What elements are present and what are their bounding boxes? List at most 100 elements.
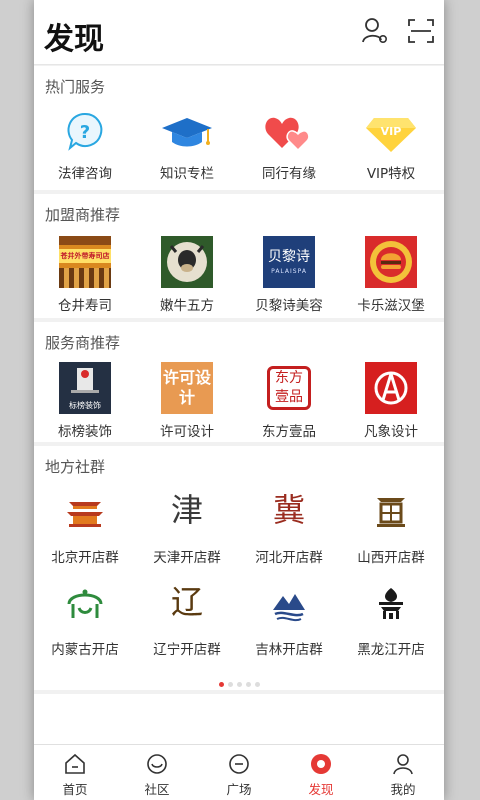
section-title: 服务商推荐: [45, 334, 121, 352]
page-dot: [254, 682, 260, 687]
xuke-logo: 许可设计: [161, 362, 213, 414]
tab-label: 广场: [226, 782, 252, 797]
provider-label: 东方壹品: [262, 424, 316, 440]
community-label: 黑龙江开店: [357, 642, 425, 658]
service-peer-match[interactable]: 同行有缘: [238, 110, 340, 182]
sushi-logo-text: 苍井外带寿司店: [59, 249, 111, 263]
local-community-section: 地方社群 北京开店群 津 天津开店群 冀 河北开店群 山西开店群 内蒙古开店 辽…: [34, 446, 444, 690]
biaobang-logo: 标榜装饰: [59, 362, 111, 414]
tab-home[interactable]: 首页: [34, 745, 116, 800]
page-dot: [236, 682, 242, 687]
palaispa-logo-text: 贝黎诗: [268, 249, 310, 265]
service-legal-consult[interactable]: ? 法律咨询: [34, 110, 136, 182]
franchise-section: 加盟商推荐 苍井外带寿司店 仓井寿司 嫩牛五方 贝黎诗 PALAISPA 贝黎诗…: [34, 194, 444, 318]
user-icon: [393, 754, 413, 775]
service-label: 同行有缘: [262, 166, 316, 182]
inner-mongolia-emblem: [59, 580, 111, 632]
provider-item[interactable]: 标榜装饰 标榜装饰: [34, 362, 136, 440]
hot-services-section: 热门服务 ? 法律咨询 知识专栏 同行有缘 VIP VIP特权: [34, 66, 444, 190]
fanxiang-logo: [365, 362, 417, 414]
franchise-label: 嫩牛五方: [160, 298, 214, 314]
tianjin-glyph: 津: [170, 491, 203, 529]
franchise-label: 仓井寿司: [58, 298, 112, 314]
shanxi-emblem: [365, 488, 417, 540]
beijing-emblem: [59, 488, 111, 540]
hebei-glyph: 冀: [272, 491, 305, 529]
tianjin-emblem: 津: [161, 488, 213, 540]
provider-label: 凡象设计: [364, 424, 418, 440]
carousel-page-indicator[interactable]: [34, 672, 444, 691]
provider-item[interactable]: 许可设计 许可设计: [136, 362, 238, 440]
community-label: 辽宁开店群: [153, 642, 221, 658]
question-bubble-icon: ?: [58, 110, 112, 156]
community-item[interactable]: 津 天津开店群: [136, 488, 238, 566]
community-label: 天津开店群: [153, 550, 221, 566]
home-icon: [65, 753, 85, 774]
community-item[interactable]: 冀 河北开店群: [238, 488, 340, 566]
community-item[interactable]: 辽 辽宁开店群: [136, 580, 238, 658]
liaoning-glyph: 辽: [170, 583, 203, 621]
provider-label: 许可设计: [160, 424, 214, 440]
community-item[interactable]: 吉林开店群: [238, 580, 340, 658]
community-item[interactable]: 山西开店群: [340, 488, 442, 566]
scan-icon[interactable]: [406, 16, 436, 46]
service-label: VIP特权: [366, 166, 416, 182]
tab-label: 社区: [144, 782, 170, 797]
provider-section: 服务商推荐 标榜装饰 标榜装饰 许可设计 许可设计 东方壹品 东方壹品 凡象设计: [34, 322, 444, 442]
svg-text:?: ?: [80, 122, 90, 143]
tab-mine[interactable]: 我的: [362, 745, 444, 800]
page-dot: [227, 682, 233, 687]
tab-discover[interactable]: 发现: [280, 745, 362, 800]
palaispa-logo-sub: PALAISPA: [271, 268, 307, 275]
tab-label: 我的: [390, 782, 416, 797]
bottom-tab-bar: 首页 社区 广场 发现 我的: [34, 744, 444, 800]
liaoning-emblem: 辽: [161, 580, 213, 632]
community-item[interactable]: 黑龙江开店: [340, 580, 442, 658]
franchise-item[interactable]: 苍井外带寿司店 仓井寿司: [34, 236, 136, 314]
vip-badge-text: VIP: [381, 125, 402, 138]
square-icon: [229, 754, 249, 774]
smile-icon: [147, 754, 167, 774]
phone-screen: 发现 热门服务 ? 法律咨询 知识专栏 同行有缘 VIP VIP特权 加盟商推荐…: [34, 0, 444, 800]
service-vip-privilege[interactable]: VIP VIP特权: [340, 110, 442, 182]
community-label: 内蒙古开店: [51, 642, 119, 658]
page-dot-active: [218, 682, 224, 687]
franchise-item[interactable]: 卡乐滋汉堡: [340, 236, 442, 314]
tab-square[interactable]: 广场: [198, 745, 280, 800]
page-dot: [245, 682, 251, 687]
franchise-item[interactable]: 嫩牛五方: [136, 236, 238, 314]
tab-label: 首页: [62, 782, 88, 797]
service-label: 法律咨询: [58, 166, 112, 182]
community-item[interactable]: 北京开店群: [34, 488, 136, 566]
biaobang-logo-text: 标榜装饰: [69, 401, 101, 410]
hebei-emblem: 冀: [263, 488, 315, 540]
vip-diamond-icon: VIP: [364, 110, 418, 156]
discover-icon: [311, 754, 331, 774]
xuke-logo-text: 许可设计: [163, 368, 212, 407]
sushi-logo: 苍井外带寿司店: [59, 236, 111, 288]
beef-brand-logo: [161, 236, 213, 288]
franchise-item[interactable]: 贝黎诗 PALAISPA 贝黎诗美容: [238, 236, 340, 314]
community-item[interactable]: 内蒙古开店: [34, 580, 136, 658]
service-label: 知识专栏: [160, 166, 214, 182]
blank-area: [34, 694, 444, 744]
user-search-icon[interactable]: [360, 16, 390, 46]
franchise-label: 卡乐滋汉堡: [357, 298, 425, 314]
burger-logo: [365, 236, 417, 288]
community-label: 山西开店群: [357, 550, 425, 566]
service-knowledge-column[interactable]: 知识专栏: [136, 110, 238, 182]
heilongjiang-emblem: [365, 580, 417, 632]
tab-community[interactable]: 社区: [116, 745, 198, 800]
community-label: 吉林开店群: [255, 642, 323, 658]
section-title: 热门服务: [45, 78, 106, 96]
header-bar: 发现: [34, 0, 444, 65]
section-title: 加盟商推荐: [45, 206, 121, 224]
provider-item[interactable]: 东方壹品 东方壹品: [238, 362, 340, 440]
hearts-icon: [262, 110, 316, 156]
jilin-emblem: [263, 580, 315, 632]
community-label: 河北开店群: [255, 550, 323, 566]
community-label: 北京开店群: [51, 550, 119, 566]
tab-label: 发现: [308, 782, 334, 797]
provider-item[interactable]: 凡象设计: [340, 362, 442, 440]
franchise-label: 贝黎诗美容: [255, 298, 323, 314]
